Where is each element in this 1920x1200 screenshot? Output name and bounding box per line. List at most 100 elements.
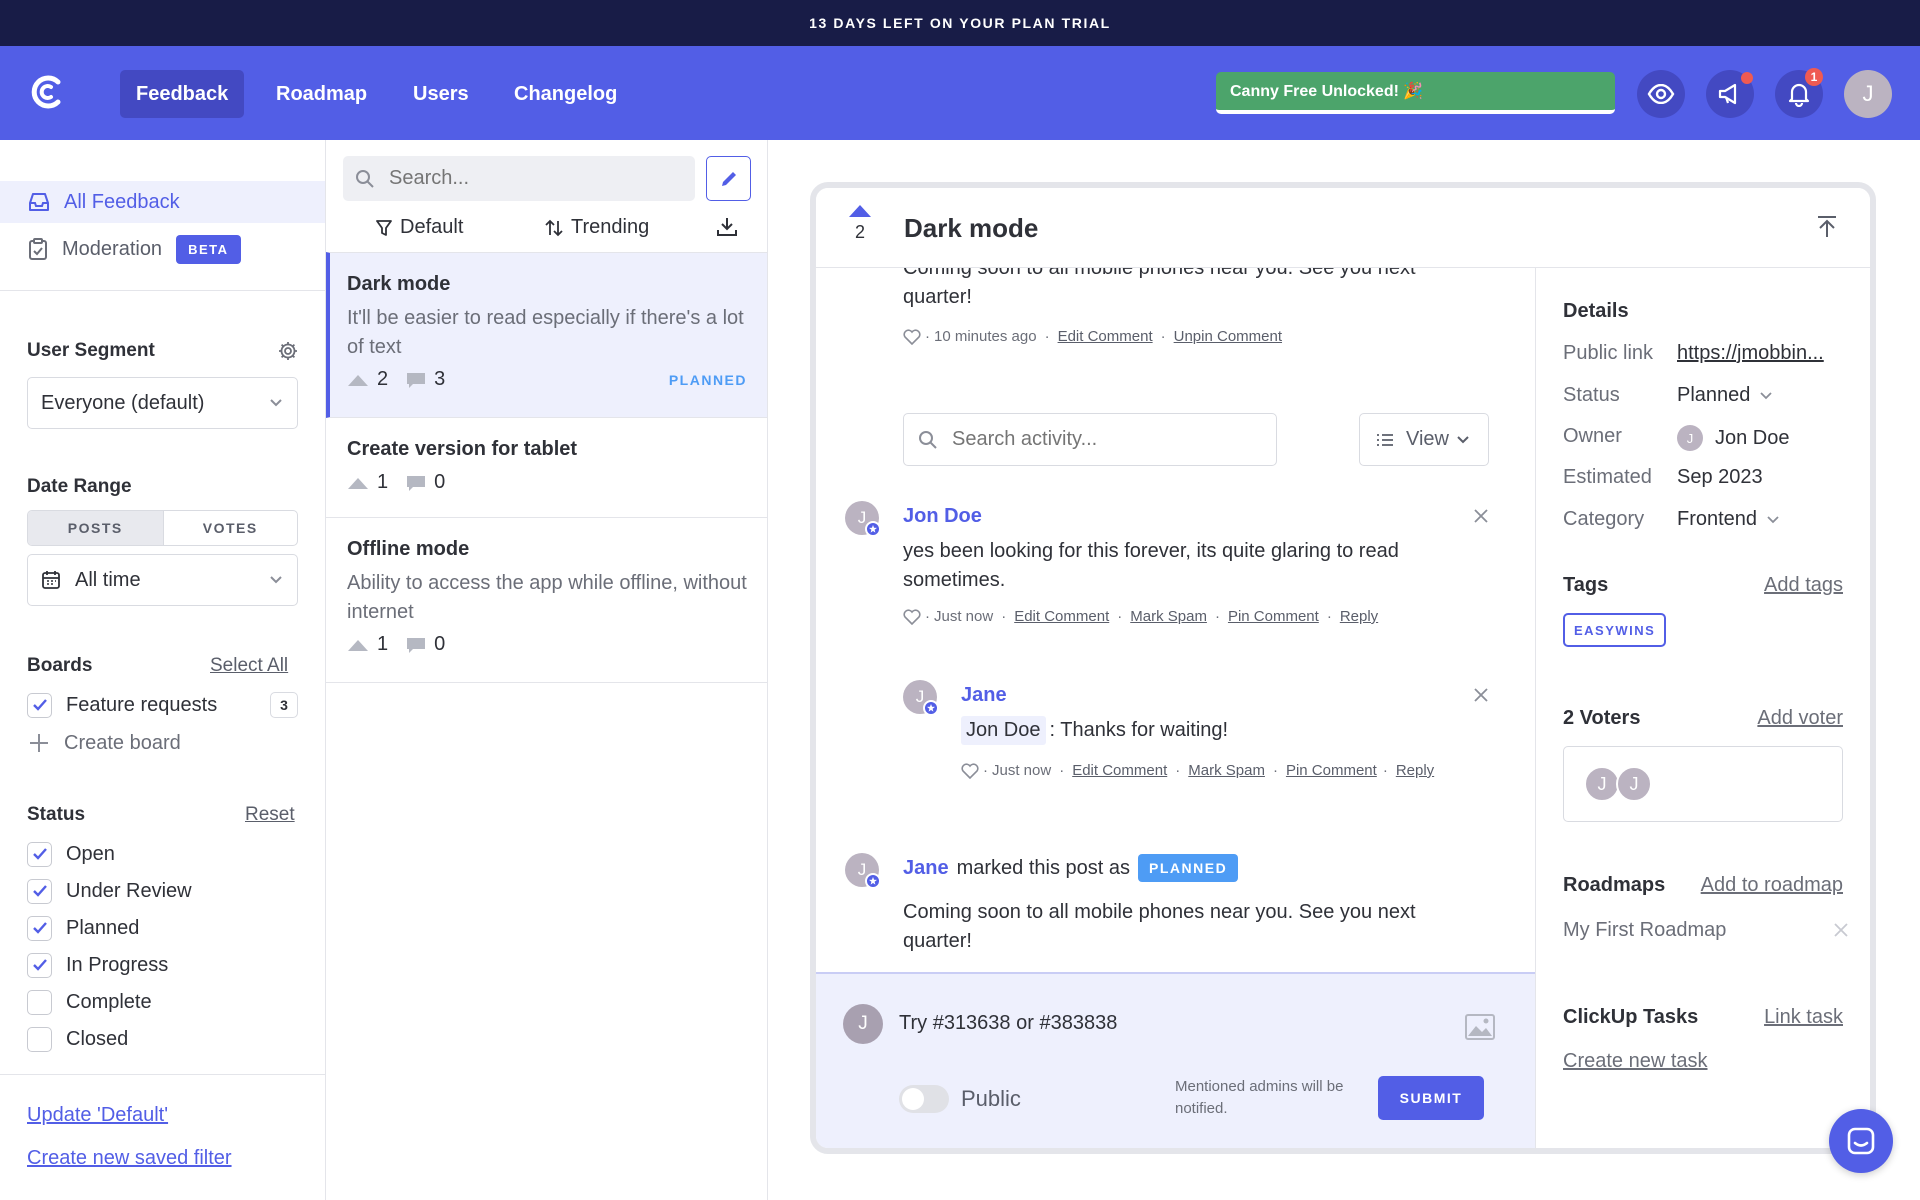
user-segment-select[interactable]: Everyone (default) [27, 377, 298, 429]
status-in-progress[interactable]: In Progress [27, 950, 168, 980]
sidebar-item-moderation[interactable]: Moderation BETA [0, 228, 325, 270]
post-vote-button[interactable]: 2 [845, 204, 875, 243]
checkbox[interactable] [27, 989, 52, 1015]
trial-banner[interactable]: 13 DAYS LEFT ON YOUR PLAN TRIAL [0, 0, 1920, 46]
roadmap-item[interactable]: My First Roadmap [1563, 919, 1726, 942]
submit-button[interactable]: SUBMIT [1378, 1076, 1484, 1120]
plus-icon [29, 733, 49, 753]
select-all-link[interactable]: Select All [210, 655, 288, 677]
public-link-value[interactable]: https://jmobbin... [1677, 342, 1837, 365]
update-filter-link[interactable]: Update 'Default' [27, 1104, 168, 1127]
image-icon[interactable] [1465, 1014, 1495, 1040]
post-item-dark-mode[interactable]: Dark mode It'll be easier to read especi… [326, 252, 767, 418]
create-post-button[interactable] [706, 156, 751, 201]
add-to-roadmap-link[interactable]: Add to roadmap [1701, 874, 1843, 897]
notifications-button[interactable]: 1 [1775, 68, 1823, 118]
voters-box[interactable]: J J [1563, 746, 1843, 822]
close-icon[interactable] [1834, 923, 1848, 937]
download-icon[interactable] [716, 217, 738, 237]
sort-dropdown[interactable]: Trending [545, 216, 649, 239]
checkbox[interactable] [27, 915, 52, 941]
toggle-switch[interactable] [899, 1085, 949, 1113]
edit-comment-link[interactable]: Edit Comment [1072, 762, 1167, 779]
close-icon[interactable] [1474, 688, 1488, 702]
checkbox[interactable] [27, 692, 52, 718]
composer-input[interactable]: Try #313638 or #383838 [899, 1012, 1117, 1035]
status-closed[interactable]: Closed [27, 1024, 128, 1054]
canny-logo-icon[interactable] [28, 70, 66, 114]
checkbox[interactable] [27, 1026, 52, 1052]
board-feature-requests[interactable]: Feature requests 3 [27, 690, 298, 720]
add-tags-link[interactable]: Add tags [1764, 574, 1843, 597]
status-author[interactable]: Jane [903, 857, 949, 880]
reset-link[interactable]: Reset [245, 804, 295, 826]
status-complete[interactable]: Complete [27, 987, 152, 1017]
post-search-input[interactable] [389, 167, 669, 190]
reply-link[interactable]: Reply [1340, 608, 1378, 625]
tab-posts[interactable]: POSTS [28, 511, 163, 545]
comment-count: 3 [434, 368, 446, 390]
tag-chip[interactable]: EASYWINS [1563, 613, 1667, 647]
activity-search-input[interactable] [952, 428, 1252, 451]
status-change-text: marked this post as [956, 856, 1131, 879]
voter-avatar[interactable]: J [1616, 766, 1652, 802]
post-item-tablet[interactable]: Create version for tablet 1 0 [326, 418, 767, 518]
unpin-comment-link[interactable]: Unpin Comment [1174, 328, 1282, 345]
comment-author[interactable]: Jon Doe [903, 505, 982, 528]
edit-comment-link[interactable]: Edit Comment [1014, 608, 1109, 625]
tab-votes[interactable]: VOTES [162, 511, 298, 545]
view-dropdown[interactable]: View [1359, 413, 1489, 466]
nav-feedback[interactable]: Feedback [120, 70, 245, 118]
create-new-task-link[interactable]: Create new task [1563, 1050, 1708, 1073]
reply-link[interactable]: Reply [1396, 762, 1434, 779]
estimated-value[interactable]: Sep 2023 [1677, 466, 1763, 489]
mark-spam-link[interactable]: Mark Spam [1130, 608, 1207, 625]
post-item-offline-mode[interactable]: Offline mode Ability to access the app w… [326, 518, 767, 683]
close-icon[interactable] [1474, 509, 1488, 523]
sidebar-item-all-feedback[interactable]: All Feedback [0, 181, 325, 223]
chat-launcher-button[interactable] [1829, 1109, 1893, 1173]
date-range-select[interactable]: All time [27, 554, 298, 606]
comment-author[interactable]: Jane [961, 684, 1007, 707]
status-dropdown[interactable]: Planned [1677, 384, 1773, 407]
board-label: Feature requests [66, 693, 218, 716]
activity-search[interactable] [903, 413, 1277, 466]
filter-dropdown[interactable]: Default [376, 216, 463, 239]
create-board-button[interactable]: Create board [27, 728, 181, 758]
pin-icon[interactable] [1816, 215, 1838, 239]
public-toggle[interactable]: Public [899, 1085, 1021, 1113]
status-change-line: Jane marked this post as PLANNED [903, 853, 1239, 883]
checkbox[interactable] [27, 952, 52, 978]
category-dropdown[interactable]: Frontend [1677, 508, 1779, 531]
post-search[interactable] [343, 156, 695, 201]
post-status-label: PLANNED [668, 371, 747, 388]
status-open[interactable]: Open [27, 839, 115, 869]
status-under-review[interactable]: Under Review [27, 876, 192, 906]
checkbox[interactable] [27, 878, 52, 904]
mention-chip[interactable]: Jon Doe [961, 716, 1046, 745]
add-voter-link[interactable]: Add voter [1757, 707, 1843, 730]
heart-icon[interactable] [903, 608, 921, 625]
comment-time: 10 minutes ago [934, 328, 1037, 345]
nav-changelog[interactable]: Changelog [498, 70, 633, 118]
canny-free-unlocked-button[interactable]: Canny Free Unlocked! 🎉 [1216, 72, 1615, 114]
create-saved-filter-link[interactable]: Create new saved filter [27, 1147, 232, 1170]
gear-icon[interactable] [278, 341, 298, 361]
nav-users[interactable]: Users [397, 70, 485, 118]
voter-avatar[interactable]: J [1584, 766, 1620, 802]
nav-roadmap[interactable]: Roadmap [260, 70, 383, 118]
owner-selector[interactable]: J Jon Doe [1677, 425, 1790, 451]
divider [0, 1074, 325, 1075]
preview-button[interactable] [1637, 70, 1685, 118]
mark-spam-link[interactable]: Mark Spam [1188, 762, 1265, 779]
checkbox[interactable] [27, 841, 52, 867]
status-planned[interactable]: Planned [27, 913, 139, 943]
announcements-button[interactable] [1706, 70, 1754, 118]
pin-comment-link[interactable]: Pin Comment [1286, 762, 1377, 779]
edit-comment-link[interactable]: Edit Comment [1058, 328, 1153, 345]
heart-icon[interactable] [961, 762, 979, 779]
user-avatar[interactable]: J [1844, 70, 1892, 118]
pin-comment-link[interactable]: Pin Comment [1228, 608, 1319, 625]
link-task-link[interactable]: Link task [1764, 1006, 1843, 1029]
heart-icon[interactable] [903, 328, 921, 345]
